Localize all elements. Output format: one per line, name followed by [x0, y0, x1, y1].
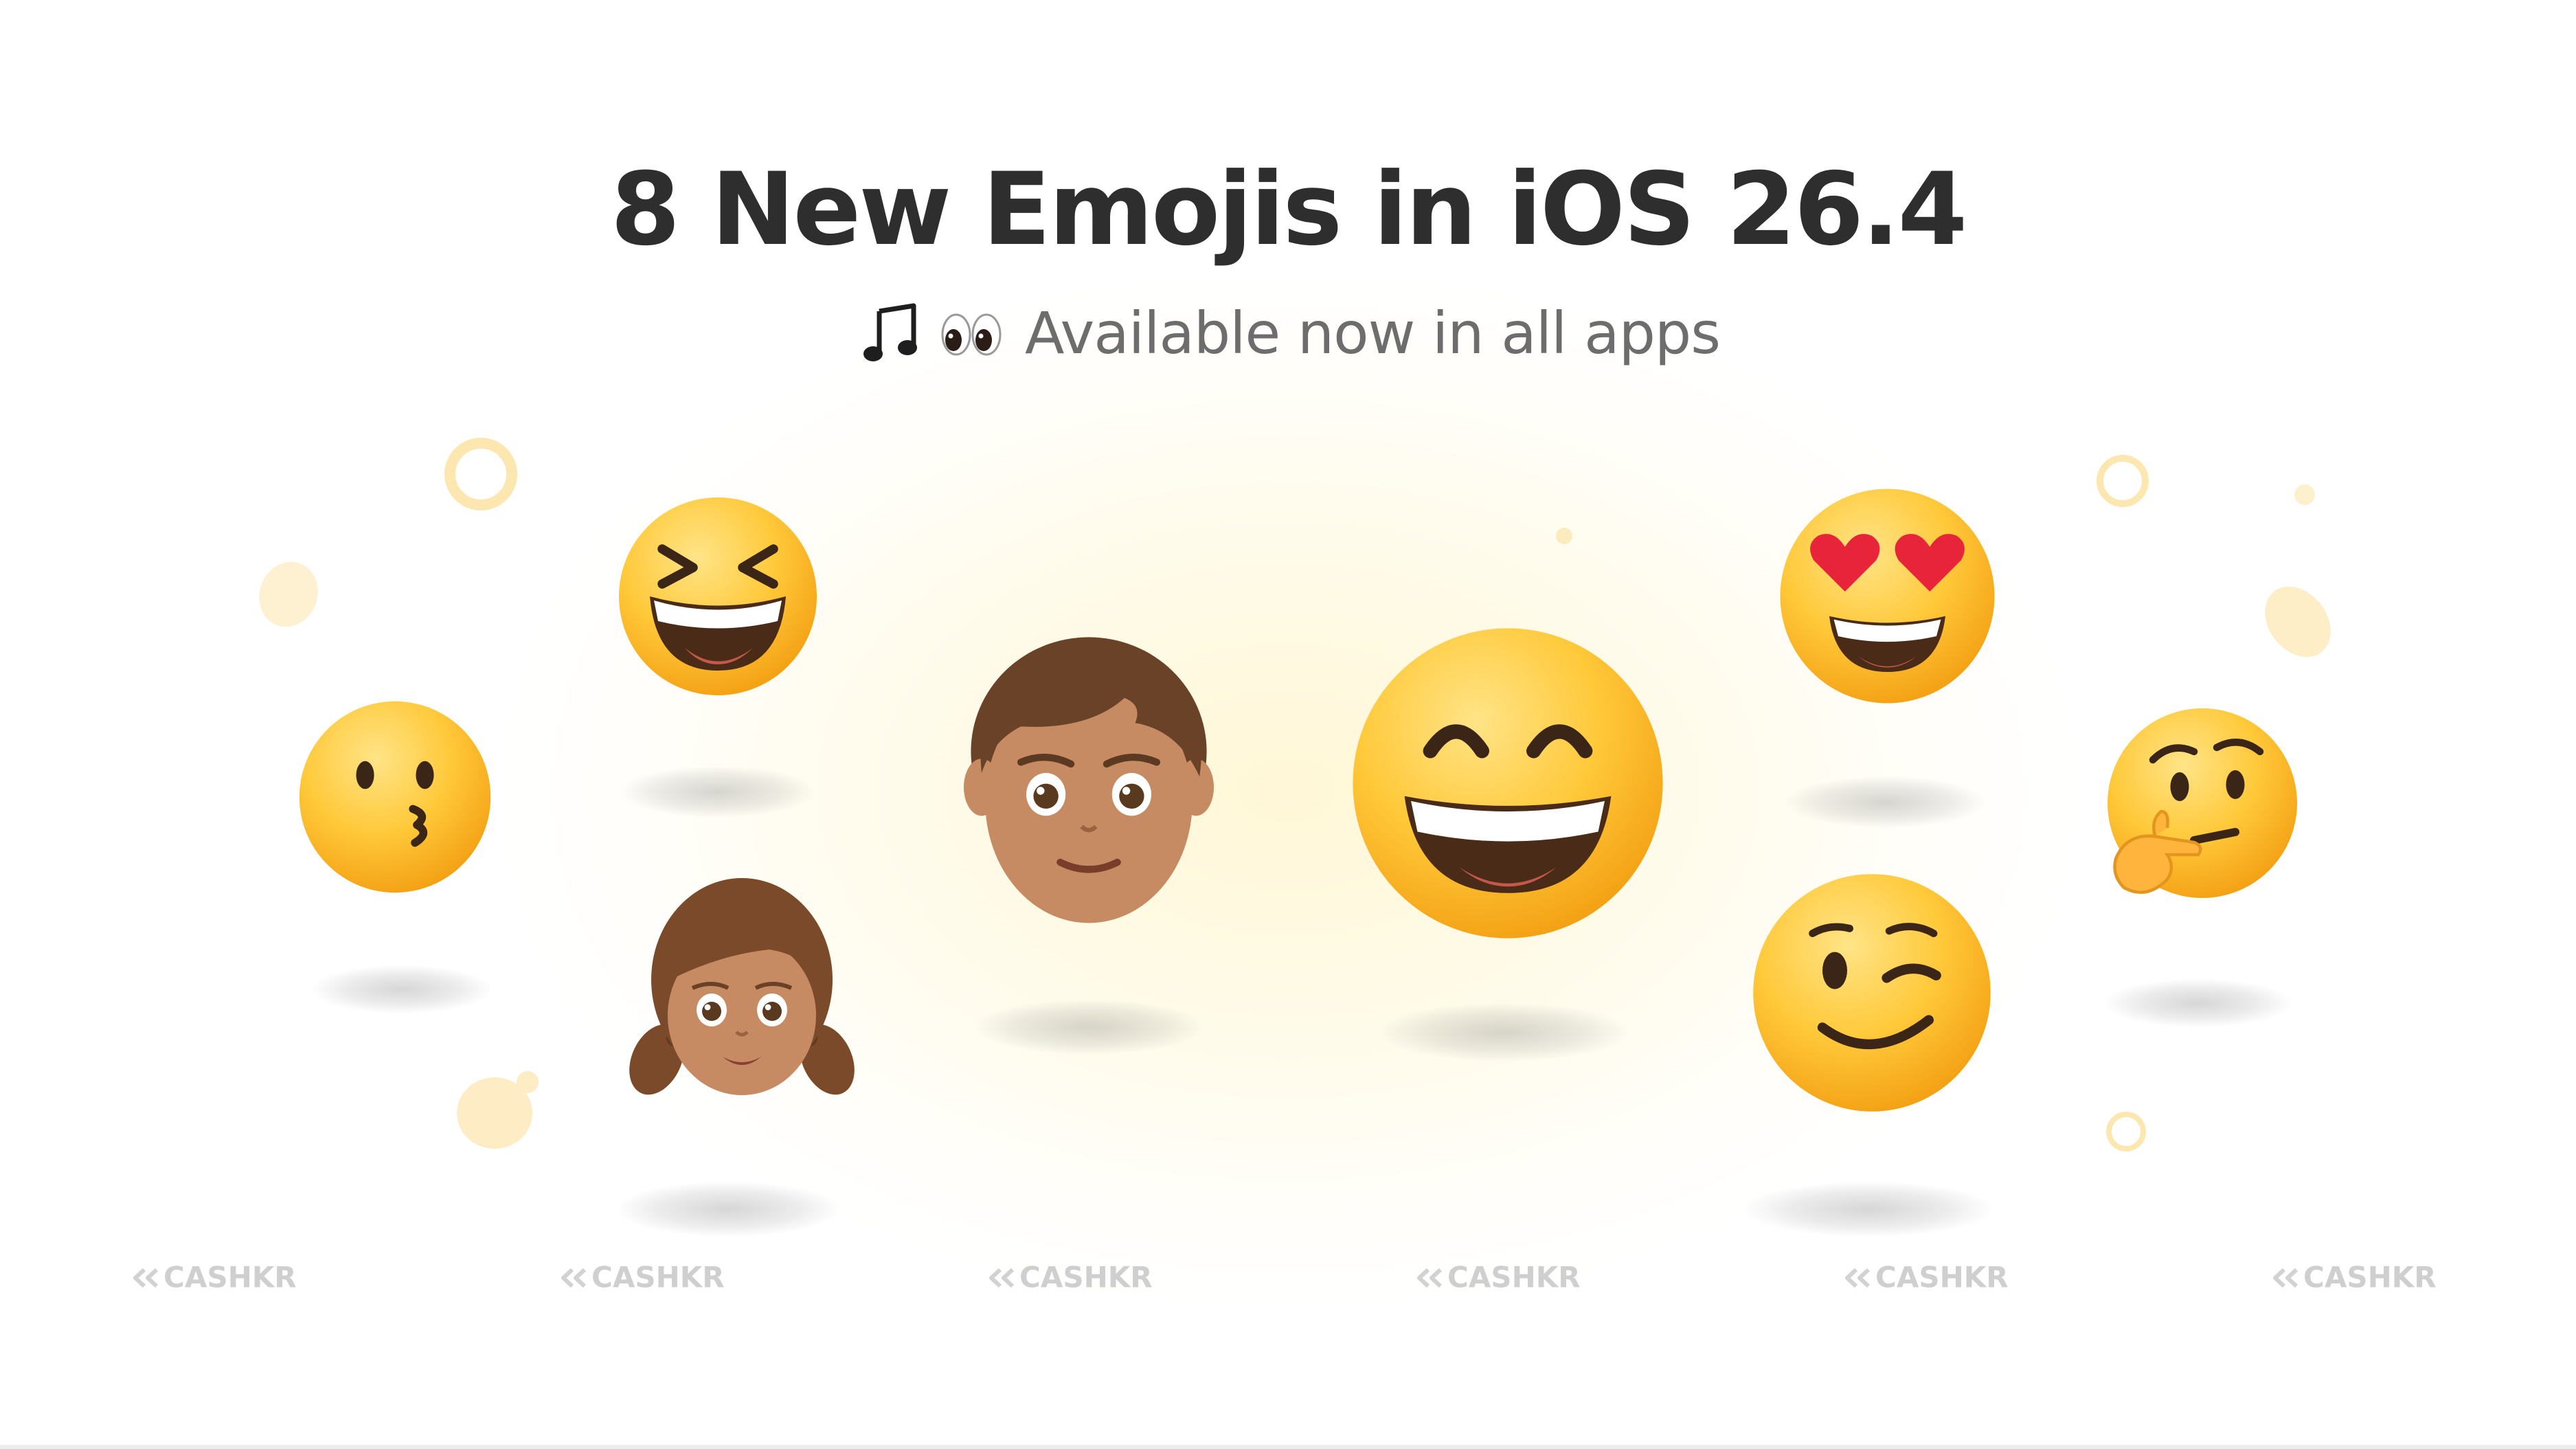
emoji-shadow: [618, 1182, 838, 1237]
double-chevron-left-icon: [989, 1268, 1015, 1288]
eyes-icon: [941, 313, 1002, 356]
watermark: CASHKR: [131, 1255, 297, 1299]
grinning-face-smiling-eyes-emoji: [1353, 628, 1663, 939]
winking-face-emoji: [1753, 874, 1991, 1112]
double-chevron-left-icon: [133, 1268, 159, 1288]
watermark-text: CASHKR: [1875, 1260, 2009, 1294]
emoji-shadow: [622, 766, 814, 818]
subtitle: Available now in all apps: [1025, 300, 1721, 367]
emoji-shadow: [313, 965, 491, 1013]
kissing-face-emoji: [299, 701, 491, 893]
double-chevron-left-icon: [2273, 1268, 2298, 1288]
decorative-ring-3: [2106, 1112, 2146, 1152]
thinking-face-emoji: [2108, 708, 2297, 898]
grinning-squinting-face-emoji: [619, 497, 817, 695]
watermark-text: CASHKR: [591, 1260, 725, 1294]
decorative-blob-2: [457, 1071, 539, 1149]
watermark: CASHKR: [558, 1255, 725, 1299]
decorative-ring-1: [444, 438, 517, 510]
musical-note-icon: [863, 303, 918, 361]
decorative-dot-2: [2294, 484, 2315, 505]
boy-emoji: [964, 637, 1214, 923]
watermark-text: CASHKR: [1019, 1260, 1153, 1294]
subtitle-row: Available now in all apps: [0, 299, 2576, 374]
emoji-shadow: [1745, 1182, 1992, 1237]
emoji-shadow: [975, 1000, 1202, 1055]
watermark: CASHKR: [2270, 1255, 2437, 1299]
emoji-shadow: [2105, 979, 2291, 1027]
decorative-dot-1: [1556, 528, 1572, 544]
emoji-banner: 8 New Emojis in iOS 26.4 Available now i…: [0, 0, 2576, 1449]
watermark-text: CASHKR: [1447, 1260, 1581, 1294]
double-chevron-left-icon: [1417, 1268, 1443, 1288]
watermark-text: CASHKR: [2303, 1260, 2437, 1294]
double-chevron-left-icon: [561, 1268, 587, 1288]
emoji-shadow: [1786, 776, 1985, 828]
decorative-blob-3: [2265, 586, 2331, 658]
bottom-divider: [0, 1445, 2576, 1449]
decorative-blob-1: [259, 561, 318, 627]
watermark: CASHKR: [986, 1255, 1153, 1299]
girl-emoji: [629, 878, 855, 1095]
decorative-ring-2: [2097, 455, 2149, 507]
watermark-text: CASHKR: [163, 1260, 297, 1294]
heart-eyes-emoji: [1780, 488, 1995, 704]
page-title: 8 New Emojis in iOS 26.4: [610, 151, 1968, 268]
double-chevron-left-icon: [1845, 1268, 1871, 1288]
watermark: CASHKR: [1414, 1255, 1581, 1299]
watermark: CASHKR: [1842, 1255, 2009, 1299]
emoji-shadow: [1381, 1003, 1628, 1062]
